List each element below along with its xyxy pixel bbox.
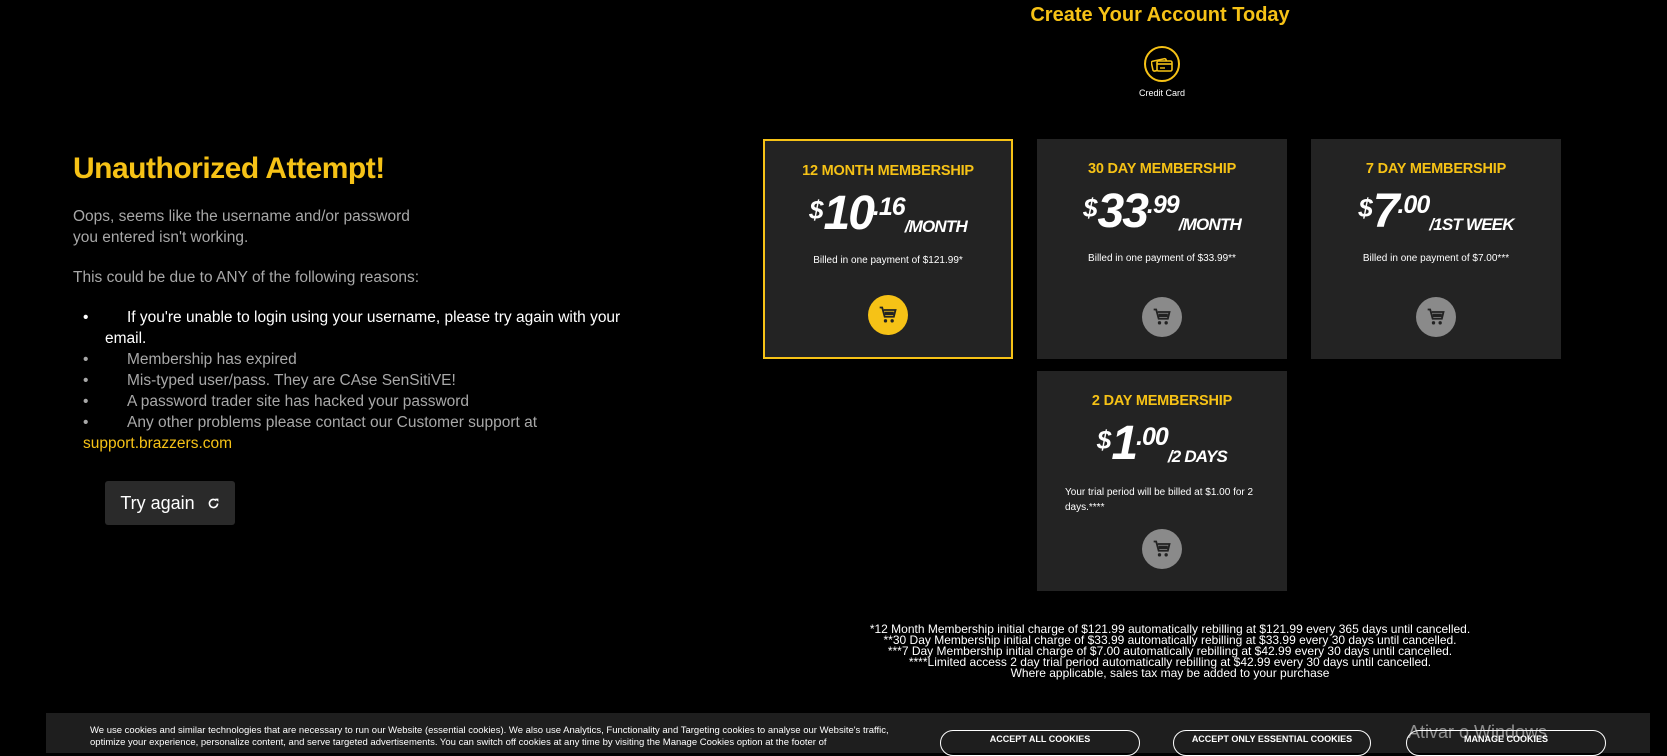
price-integer: 1 <box>1111 417 1138 470</box>
cart-button[interactable] <box>1416 297 1456 337</box>
price-currency: $ <box>1358 193 1373 223</box>
pricing-footnotes: *12 Month Membership initial charge of $… <box>820 623 1520 680</box>
plan-card-7-day[interactable]: 7 DAY MEMBERSHIP $ 7 .00 /1ST WEEK Bille… <box>1311 139 1561 359</box>
price-integer: 7 <box>1372 185 1400 238</box>
plan-price: $ 1 .00 /2 DAYS <box>1037 417 1287 470</box>
credit-card-icon <box>1144 46 1180 82</box>
accept-essential-cookies-button[interactable]: ACCEPT ONLY ESSENTIAL COOKIES <box>1173 730 1371 756</box>
plan-price: $ 7 .00 /1ST WEEK <box>1311 185 1561 238</box>
price-decimal: .00 <box>1136 423 1169 451</box>
cart-button[interactable] <box>868 295 908 335</box>
accept-all-cookies-button[interactable]: ACCEPT ALL COOKIES <box>940 730 1140 756</box>
list-item: If you're unable to login using your use… <box>83 307 645 349</box>
price-currency: $ <box>809 195 824 225</box>
price-integer: 33 <box>1097 185 1149 238</box>
plan-billing: Billed in one payment of $121.99* <box>813 255 963 266</box>
plan-billing: Your trial period will be billed at $1.0… <box>1065 487 1254 513</box>
reasons-list: If you're unable to login using your use… <box>83 307 645 454</box>
cart-button[interactable] <box>1142 529 1182 569</box>
refresh-icon <box>208 498 219 508</box>
try-again-button[interactable]: Try again <box>105 481 235 525</box>
price-period: /MONTH <box>904 217 968 236</box>
plan-title: 12 MONTH MEMBERSHIP <box>802 163 974 179</box>
plan-title: 30 DAY MEMBERSHIP <box>1087 161 1237 177</box>
price-period: /MONTH <box>1178 215 1242 234</box>
plan-card-2-day[interactable]: 2 DAY MEMBERSHIP $ 1 .00 /2 DAYS Your tr… <box>1037 371 1287 591</box>
signup-title: Create Your Account Today <box>1030 4 1290 26</box>
error-panel: Unauthorized Attempt! Oops, seems like t… <box>73 152 673 454</box>
price-decimal: .16 <box>872 193 906 221</box>
payment-method-credit-card[interactable]: Credit Card <box>1122 46 1202 98</box>
error-intro: Oops, seems like the username and/or pas… <box>73 208 410 246</box>
price-period: /2 DAYS <box>1167 447 1228 466</box>
plan-price: $ 33 .99 /MONTH <box>1037 185 1287 238</box>
support-text: Any other problems please contact our Cu… <box>127 414 538 431</box>
plan-billing: Billed in one payment of $33.99** <box>1088 253 1236 264</box>
support-link[interactable]: support.brazzers.com <box>83 433 232 454</box>
list-item: Any other problems please contact our Cu… <box>83 412 645 454</box>
cookie-text: We use cookies and similar technologies … <box>90 725 889 748</box>
price-currency: $ <box>1083 193 1098 223</box>
windows-activation-watermark: Ativar o Windows <box>1408 722 1548 742</box>
cart-icon <box>1153 540 1171 557</box>
plan-billing: Billed in one payment of $7.00*** <box>1362 253 1510 264</box>
error-title: Unauthorized Attempt! <box>73 152 385 185</box>
try-again-label: Try again <box>120 492 195 513</box>
list-item: Mis-typed user/pass. They are CAse SenSi… <box>83 370 645 391</box>
plan-title: 2 DAY MEMBERSHIP <box>1091 393 1233 409</box>
list-item: A password trader site has hacked your p… <box>83 391 645 412</box>
cart-icon <box>879 306 897 323</box>
plan-price: $ 10 .16 /MONTH <box>765 187 1011 240</box>
price-currency: $ <box>1096 425 1112 455</box>
plan-card-12-month[interactable]: 12 MONTH MEMBERSHIP $ 10 .16 /MONTH Bill… <box>763 139 1013 359</box>
payment-method-label: Credit Card <box>1138 88 1185 98</box>
cart-icon <box>1427 308 1445 325</box>
list-item: Membership has expired <box>83 349 645 370</box>
price-integer: 10 <box>823 187 875 240</box>
cart-button[interactable] <box>1142 297 1182 337</box>
price-period: /1ST WEEK <box>1429 215 1514 234</box>
footnote: Where applicable, sales tax may be added… <box>1010 666 1330 680</box>
reasons-lead: This could be due to ANY of the followin… <box>73 269 420 286</box>
plan-title: 7 DAY MEMBERSHIP <box>1365 161 1507 177</box>
plan-card-30-day[interactable]: 30 DAY MEMBERSHIP $ 33 .99 /MONTH Billed… <box>1037 139 1287 359</box>
cart-icon <box>1153 308 1171 325</box>
price-decimal: .99 <box>1146 191 1180 219</box>
price-decimal: .00 <box>1397 191 1430 219</box>
